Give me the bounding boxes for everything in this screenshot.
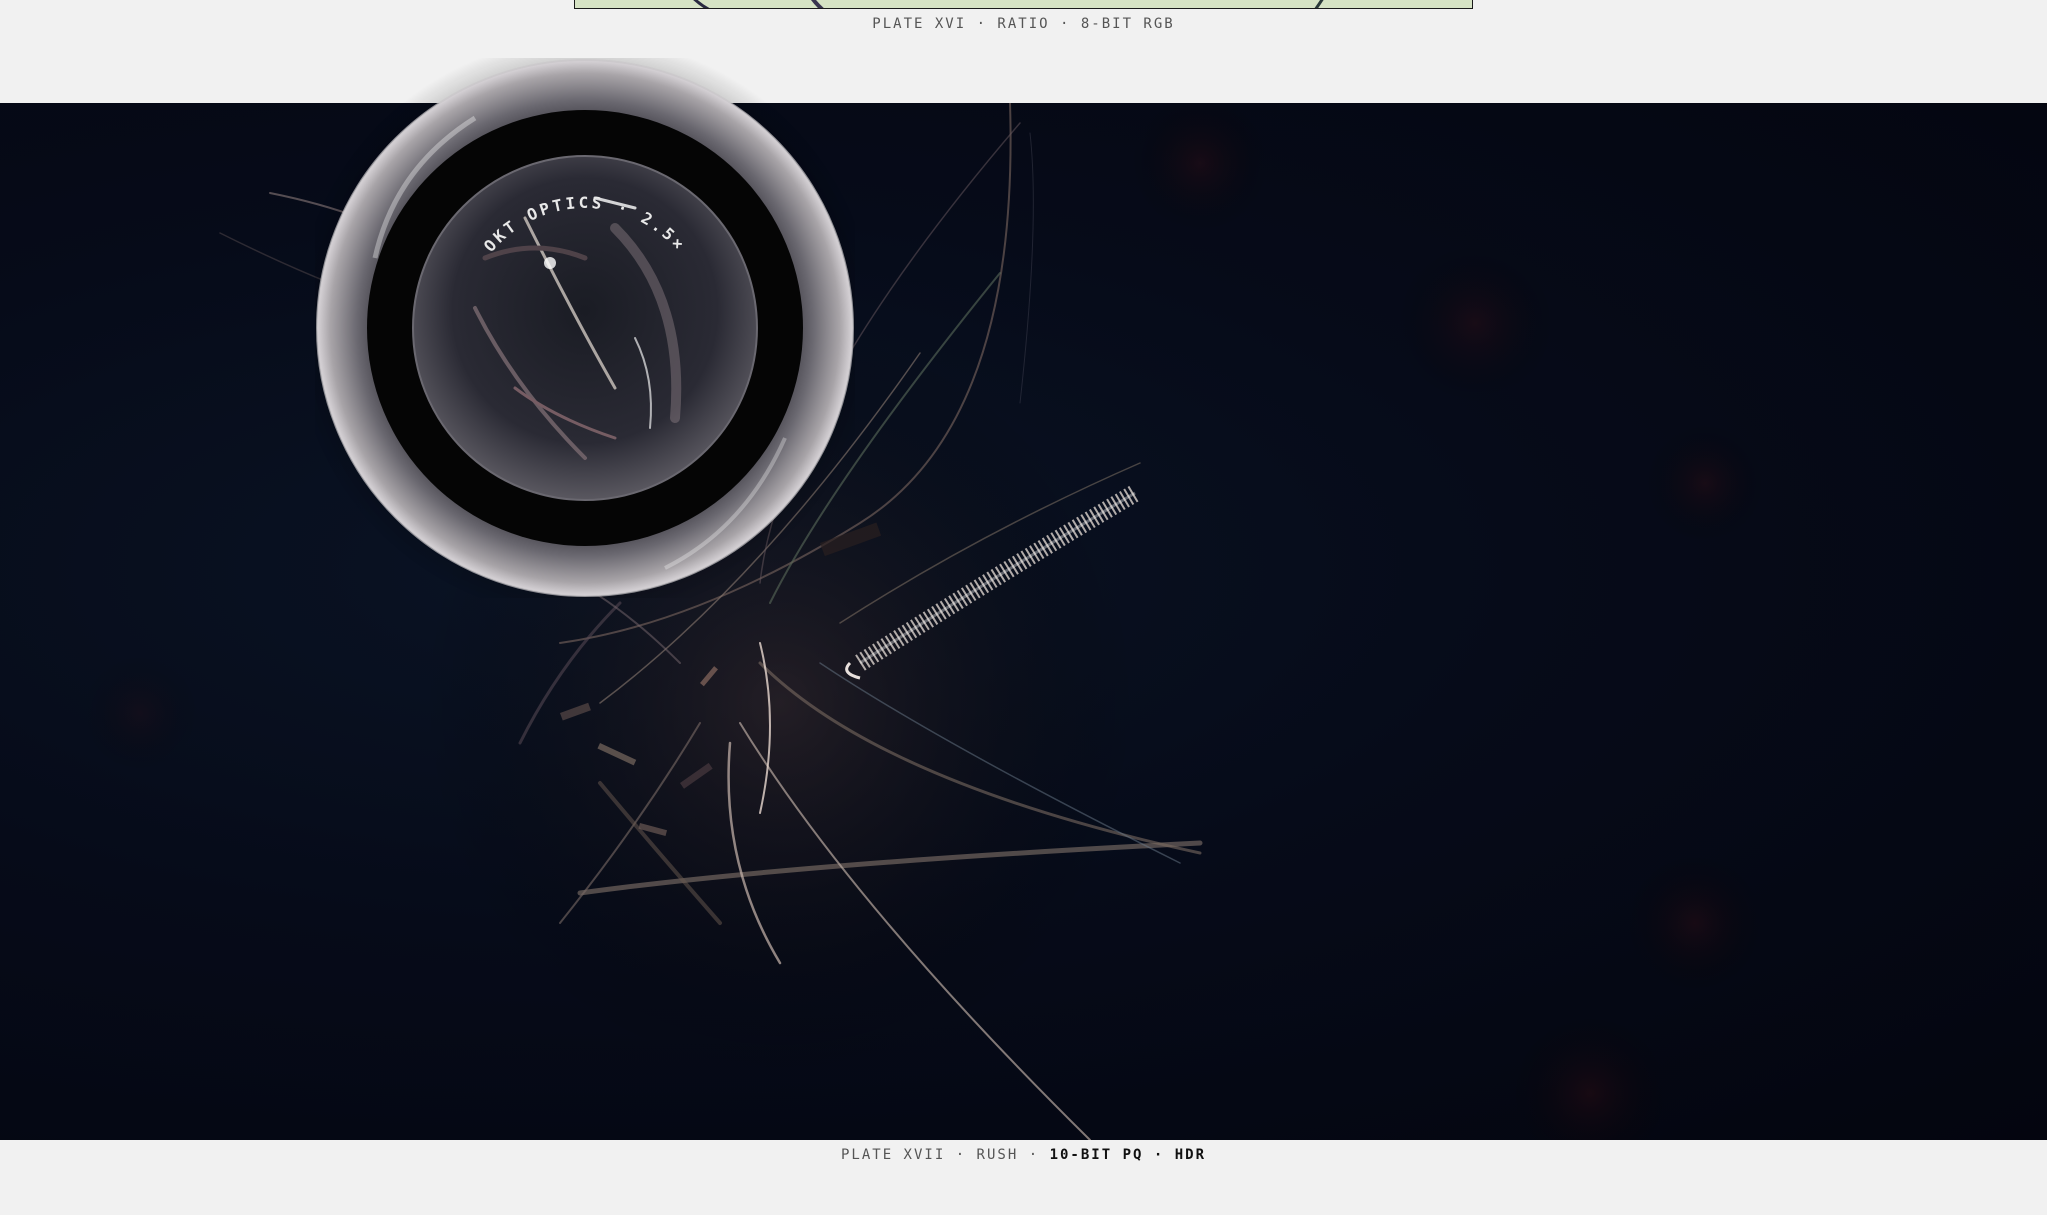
plate-xvii-caption-prefix: PLATE XVII · RUSH ·	[840, 1147, 1050, 1163]
plate-xvii-caption: PLATE XVII · RUSH · 10-BIT PQ · HDR	[0, 1147, 2047, 1163]
optical-lens-icon: OKT OPTICS · 2.5×	[295, 38, 875, 618]
plate-xvi-image	[574, 0, 1473, 9]
plate-xvi-caption: PLATE XVI · RATIO · 8-BIT RGB	[872, 16, 1175, 32]
plate-xvii-image	[0, 103, 2047, 1140]
page: PLATE XVI · RATIO · 8-BIT RGB OKT OPTICS…	[0, 0, 2047, 1215]
plate-xvii-caption-format: 10-BIT PQ · HDR	[1049, 1147, 1206, 1163]
